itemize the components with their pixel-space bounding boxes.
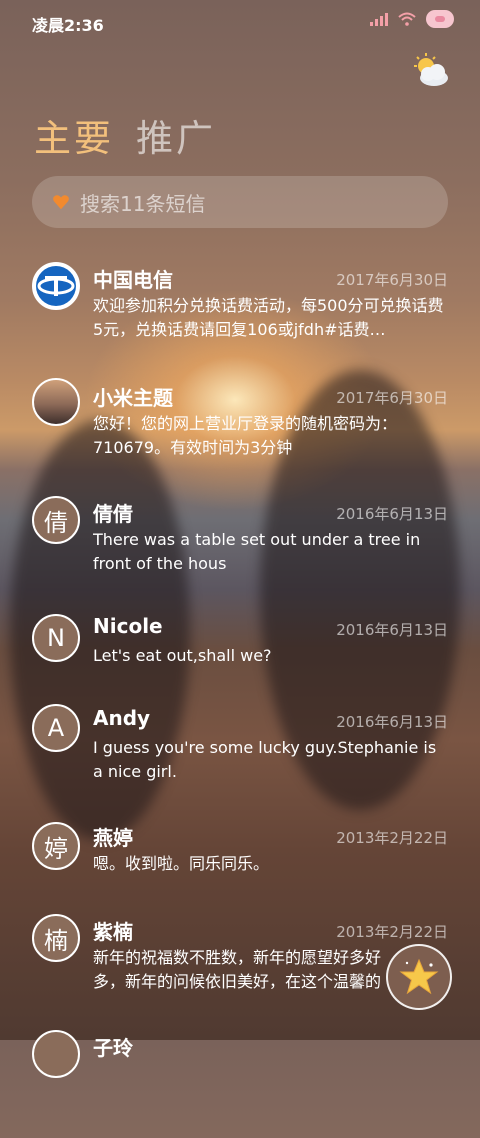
avatar: A <box>32 704 80 752</box>
message-date: 2017年6月30日 <box>336 389 448 407</box>
message-date: 2013年2月22日 <box>336 829 448 847</box>
message-date: 2016年6月13日 <box>336 505 448 523</box>
list-item[interactable]: 小米主题 2017年6月30日 您好！您的网上营业厅登录的随机密码为：71067… <box>0 374 480 484</box>
message-date: 2016年6月13日 <box>336 713 448 731</box>
tab-promotions[interactable]: 推广 <box>136 108 216 162</box>
message-preview: 嗯。收到啦。同乐同乐。 <box>93 854 270 873</box>
sender-name: 子玲 <box>93 1036 133 1060</box>
tab-primary[interactable]: 主要 <box>34 108 114 162</box>
heart-icon <box>53 195 69 210</box>
avatar <box>32 378 80 426</box>
list-item[interactable]: 子玲 <box>0 1028 480 1138</box>
wifi-icon <box>398 12 416 26</box>
message-preview: Let's eat out,shall we? <box>93 646 272 665</box>
message-preview: There was a table set out under a tree i… <box>93 530 421 573</box>
sender-name: Nicole <box>93 614 163 638</box>
message-date: 2017年6月30日 <box>336 271 448 289</box>
sender-name: Andy <box>93 706 151 730</box>
china-telecom-logo-icon <box>32 262 80 310</box>
sender-name: 小米主题 <box>93 386 173 410</box>
star-compose-icon <box>399 958 439 995</box>
list-item[interactable]: 倩 倩倩 2016年6月13日 There was a table set ou… <box>0 492 480 602</box>
compose-button[interactable] <box>386 944 452 1010</box>
signal-icon <box>370 12 388 26</box>
avatar: 倩 <box>32 496 80 544</box>
message-preview: I guess you're some lucky guy.Stephanie … <box>93 738 437 781</box>
message-date: 2016年6月13日 <box>336 621 448 639</box>
list-item[interactable]: 中国电信 2017年6月30日 欢迎参加积分兑换话费活动，每500分可兑换话费5… <box>0 256 480 366</box>
avatar: 楠 <box>32 914 80 962</box>
search-placeholder: 搜索11条短信 <box>80 191 206 216</box>
sender-name: 中国电信 <box>93 268 173 292</box>
avatar: N <box>32 614 80 662</box>
search-input[interactable]: 搜索11条短信 <box>32 176 448 228</box>
list-item[interactable]: A Andy 2016年6月13日 I guess you're some lu… <box>0 704 480 814</box>
status-icons <box>370 10 454 28</box>
avatar: 婷 <box>32 822 80 870</box>
sender-name: 紫楠 <box>93 920 133 944</box>
partly-cloudy-icon[interactable] <box>410 52 450 88</box>
sender-name: 燕婷 <box>93 826 133 850</box>
message-preview: 您好！您的网上营业厅登录的随机密码为：710679。有效时间为3分钟 <box>93 414 398 457</box>
avatar <box>32 1030 80 1078</box>
message-preview: 新年的祝福数不胜数，新年的愿望好多好多，新年的问候依旧美好，在这个温馨的时刻 <box>93 948 382 991</box>
tab-bar: 主要 推广 <box>34 108 216 162</box>
battery-icon <box>426 10 454 28</box>
status-bar: 凌晨2:36 <box>0 0 480 44</box>
message-date: 2013年2月22日 <box>336 923 448 941</box>
message-preview: 欢迎参加积分兑换话费活动，每500分可兑换话费5元，兑换话费请回复106或jfd… <box>93 296 444 339</box>
status-time: 凌晨2:36 <box>32 16 104 35</box>
sender-name: 倩倩 <box>93 502 133 526</box>
